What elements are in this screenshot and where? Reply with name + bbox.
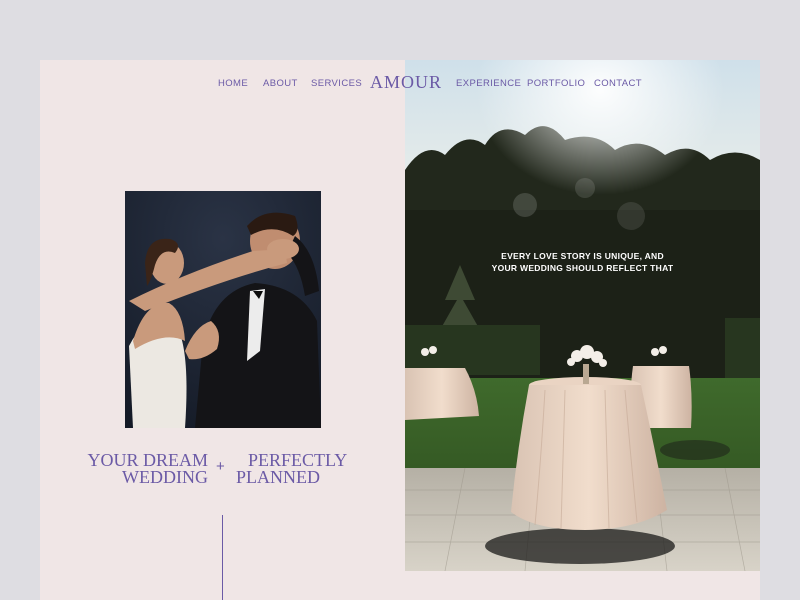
headline-plus: +	[216, 458, 225, 475]
top-navigation: HOME ABOUT SERVICES AMOUR EXPERIENCE POR…	[40, 60, 760, 106]
couple-dancing-photo	[125, 191, 321, 428]
headline-left-line-2: WEDDING	[122, 467, 208, 487]
hero-headline: YOUR DREAM WEDDING + PERFECTLY PLANNED	[80, 451, 360, 492]
tagline-line-2: YOUR WEDDING SHOULD REFLECT THAT	[491, 263, 674, 273]
headline-left-block: YOUR DREAM WEDDING	[87, 451, 208, 487]
nav-link-services[interactable]: SERVICES	[311, 78, 362, 89]
brand-logo[interactable]: AMOUR	[370, 72, 442, 93]
page-frame: HOME ABOUT SERVICES AMOUR EXPERIENCE POR…	[40, 60, 760, 600]
headline-right-line-2: PLANNED	[236, 467, 320, 487]
nav-link-experience[interactable]: EXPERIENCE	[456, 78, 521, 89]
nav-link-about[interactable]: ABOUT	[263, 78, 298, 89]
nav-link-contact[interactable]: CONTACT	[594, 78, 642, 89]
nav-link-home[interactable]: HOME	[218, 78, 248, 89]
headline-right-block: PERFECTLY PLANNED	[236, 451, 347, 487]
nav-link-portfolio[interactable]: PORTFOLIO	[527, 78, 585, 89]
garden-reception-photo	[405, 60, 760, 571]
tagline-line-1: EVERY LOVE STORY IS UNIQUE, AND	[501, 251, 664, 261]
vertical-divider-line	[222, 515, 223, 600]
hero-tagline: EVERY LOVE STORY IS UNIQUE, AND YOUR WED…	[405, 250, 760, 274]
